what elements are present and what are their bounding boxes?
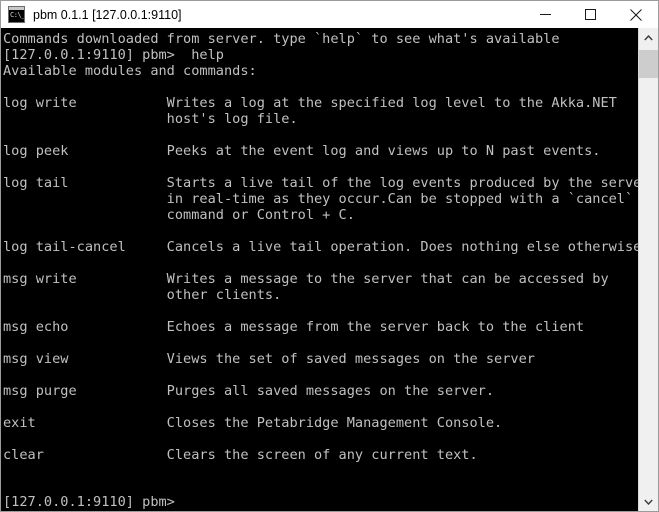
command-description-continuation: host's log file. — [3, 111, 298, 127]
command-description-continuation: in real-time as they occur.Can be stoppe… — [3, 191, 634, 207]
command-entry: log tail-cancel Cancels a live tail oper… — [3, 239, 638, 255]
title-bar-left: C:\_ pbm 0.1.1 [127.0.0.1:9110] — [1, 6, 523, 23]
command-entry: msg write Writes a message to the server… — [3, 271, 609, 287]
command-entry: log write Writes a log at the specified … — [3, 95, 617, 111]
app-icon-prompt-glyph: C:\_ — [9, 10, 24, 22]
vertical-scrollbar[interactable] — [638, 28, 658, 511]
scrollbar-track[interactable] — [639, 47, 658, 492]
scroll-up-icon[interactable] — [639, 28, 658, 47]
command-entry: msg purge Purges all saved messages on t… — [3, 383, 495, 399]
minimize-button[interactable] — [523, 1, 568, 28]
title-bar[interactable]: C:\_ pbm 0.1.1 [127.0.0.1:9110] — [1, 1, 658, 28]
console-header-line: [127.0.0.1:9110] pbm> help — [3, 47, 224, 63]
window-controls — [523, 1, 658, 28]
console-header-line: Available modules and commands: — [3, 63, 257, 79]
console-window: C:\_ pbm 0.1.1 [127.0.0.1:9110] Commands… — [0, 0, 659, 512]
command-entry: msg view Views the set of saved messages… — [3, 351, 535, 367]
command-entry: log peek Peeks at the event log and view… — [3, 143, 601, 159]
console-app-icon: C:\_ — [8, 6, 25, 23]
command-description-continuation: command or Control + C. — [3, 207, 355, 223]
maximize-button[interactable] — [568, 1, 613, 28]
window-title: pbm 0.1.1 [127.0.0.1:9110] — [33, 7, 182, 22]
console-area: Commands downloaded from server. type `h… — [1, 28, 658, 511]
command-entry: exit Closes the Petabridge Management Co… — [3, 415, 503, 431]
console-header-line: Commands downloaded from server. type `h… — [3, 31, 560, 47]
close-button[interactable] — [613, 1, 658, 28]
console-output[interactable]: Commands downloaded from server. type `h… — [1, 28, 638, 511]
command-prompt[interactable]: [127.0.0.1:9110] pbm> — [3, 494, 175, 510]
command-entry: log tail Starts a live tail of the log e… — [3, 175, 638, 191]
command-entry: msg echo Echoes a message from the serve… — [3, 319, 585, 335]
command-entry: clear Clears the screen of any current t… — [3, 447, 478, 463]
scrollbar-thumb[interactable] — [639, 50, 658, 78]
command-description-continuation: other clients. — [3, 287, 282, 303]
scroll-down-icon[interactable] — [639, 492, 658, 511]
